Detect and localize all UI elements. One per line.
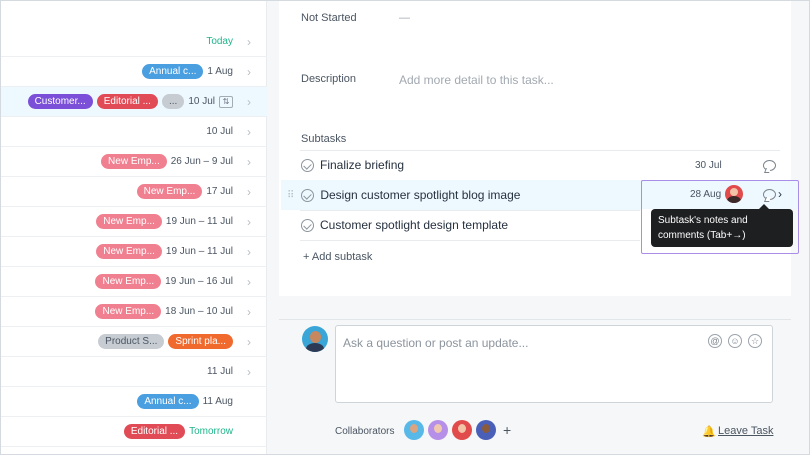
task-row[interactable]: New Emp... 17 Jul › — [1, 177, 267, 207]
subtasks-label: Subtasks — [301, 133, 347, 145]
due-date[interactable]: Tomorrow — [189, 426, 233, 437]
leave-task-button[interactable]: Leave Task — [718, 425, 773, 437]
tag-pill[interactable]: New Emp... — [95, 274, 162, 289]
chevron-right-icon[interactable]: › — [243, 35, 255, 49]
chevron-right-icon[interactable]: › — [243, 365, 255, 379]
due-date[interactable]: 19 Jun – 11 Jul — [166, 246, 233, 257]
task-row[interactable]: Annual c... 1 Aug › — [1, 57, 267, 87]
task-row[interactable]: New Emp... 19 Jun – 11 Jul › — [1, 207, 267, 237]
chevron-right-icon[interactable]: › — [243, 65, 255, 79]
tag-pill[interactable]: New Emp... — [96, 244, 162, 259]
due-date[interactable]: Today — [206, 36, 233, 47]
chevron-right-icon[interactable]: › — [243, 305, 255, 319]
task-row[interactable]: New Emp... 26 Jun – 9 Jul › — [1, 147, 267, 177]
subtask-due[interactable]: 30 Jul — [695, 160, 722, 171]
description-input[interactable]: Add more detail to this task... — [399, 73, 554, 87]
tag-pill[interactable]: Annual c... — [137, 394, 199, 409]
subtask-title[interactable]: Finalize briefing — [320, 158, 404, 172]
task-row[interactable]: 11 Jul › — [1, 357, 267, 387]
check-circle-icon[interactable] — [301, 218, 314, 232]
tooltip: Subtask's notes and comments (Tab+→) — [651, 204, 793, 247]
subtask-title[interactable]: Design customer spotlight blog image — [320, 188, 520, 202]
description-label: Description — [301, 73, 357, 85]
tag-pill[interactable]: Sprint pla... — [168, 334, 233, 349]
task-row[interactable]: Annual c... 11 Aug — [1, 387, 267, 417]
chevron-right-icon[interactable]: › — [243, 155, 255, 169]
collaborator-avatar[interactable] — [476, 420, 496, 440]
task-row[interactable]: Customer... Editorial ...... 10 Jul ⇅ › — [1, 87, 267, 117]
subtask-title[interactable]: Customer spotlight design template — [320, 218, 508, 232]
chevron-right-icon[interactable]: › — [243, 245, 255, 259]
task-row[interactable]: New Emp... 18 Jun – 10 Jul › — [1, 297, 267, 327]
current-user-avatar — [302, 326, 328, 352]
task-row[interactable]: Product S... Sprint pla... › — [1, 327, 267, 357]
star-icon[interactable]: ☆ — [748, 334, 762, 348]
tag-pill[interactable]: Editorial ... — [123, 424, 186, 439]
collaborator-avatar[interactable] — [452, 420, 472, 440]
collaborator-avatar[interactable] — [428, 420, 448, 440]
add-subtask-button[interactable]: + Add subtask — [303, 251, 372, 263]
tag-pill[interactable]: Editorial ... — [96, 94, 158, 109]
check-circle-icon[interactable] — [301, 188, 315, 202]
due-date[interactable]: 19 Jun – 11 Jul — [166, 216, 233, 227]
task-row[interactable]: 10 Jul › — [1, 117, 267, 147]
tag-pill[interactable]: Customer... — [27, 94, 93, 109]
due-date[interactable]: 17 Jul — [206, 186, 233, 197]
collaborator-avatar[interactable] — [404, 420, 424, 440]
at-icon[interactable]: @ — [708, 334, 722, 348]
tag-pill[interactable]: ... — [161, 94, 185, 109]
tag-pill[interactable]: Product S... — [98, 334, 165, 349]
task-list: Today › Annual c... 1 Aug › Customer... Editor… — [1, 1, 267, 454]
task-row[interactable]: New Emp... 19 Jun – 16 Jul › — [1, 267, 267, 297]
status-label: Not Started — [301, 12, 357, 24]
due-date[interactable]: 11 Aug — [203, 396, 233, 407]
due-date[interactable]: 10 Jul — [206, 126, 233, 137]
due-date[interactable]: 18 Jun – 10 Jul — [165, 306, 233, 317]
subtask-icon[interactable]: ⇅ — [219, 95, 233, 108]
task-row[interactable]: Today › — [1, 27, 267, 57]
app-frame: Today › Annual c... 1 Aug › Customer... Editor… — [0, 0, 810, 455]
divider — [279, 319, 791, 320]
divider — [300, 240, 640, 241]
tag-pill[interactable]: Annual c... — [142, 64, 204, 79]
add-collaborator-button[interactable]: + — [503, 422, 511, 438]
due-date[interactable]: 10 Jul — [188, 96, 215, 107]
subtask-row[interactable]: Customer spotlight design template — [291, 210, 641, 240]
tag-pill[interactable]: New Emp... — [96, 214, 162, 229]
tag-pill[interactable]: New Emp... — [95, 304, 162, 319]
status-value[interactable]: — — [399, 12, 410, 24]
chevron-right-icon[interactable]: › — [243, 95, 255, 109]
task-row[interactable]: Editorial ... Tomorrow — [1, 417, 267, 447]
chevron-right-icon[interactable]: › — [243, 185, 255, 199]
chevron-right-icon[interactable]: › — [243, 125, 255, 139]
subtask-row-selected[interactable]: ⠿ Design customer spotlight blog image — [281, 180, 641, 210]
tag-pill[interactable]: New Emp... — [101, 154, 167, 169]
chevron-right-icon[interactable]: › — [243, 335, 255, 349]
due-date[interactable]: 19 Jun – 16 Jul — [165, 276, 233, 287]
chevron-right-icon[interactable]: › — [243, 275, 255, 289]
drag-handle-icon[interactable]: ⠿ — [287, 190, 294, 201]
task-row[interactable]: New Emp... 19 Jun – 11 Jul › — [1, 237, 267, 267]
subtask-row[interactable]: Finalize briefing 30 Jul — [291, 150, 791, 180]
collaborators-label: Collaborators — [335, 426, 395, 437]
tag-pill[interactable]: New Emp... — [136, 184, 203, 199]
bell-icon: 🔔 — [702, 426, 716, 438]
due-date[interactable]: 1 Aug — [207, 66, 233, 77]
check-circle-icon[interactable] — [301, 158, 314, 172]
comment-placeholder[interactable]: Ask a question or post an update... — [343, 336, 528, 350]
due-date[interactable]: 11 Jul — [207, 366, 233, 377]
chevron-right-icon[interactable]: › — [243, 215, 255, 229]
comment-icon[interactable] — [763, 159, 776, 171]
emoji-icon[interactable]: ☺ — [728, 334, 742, 348]
due-date[interactable]: 26 Jun – 9 Jul — [171, 156, 233, 167]
